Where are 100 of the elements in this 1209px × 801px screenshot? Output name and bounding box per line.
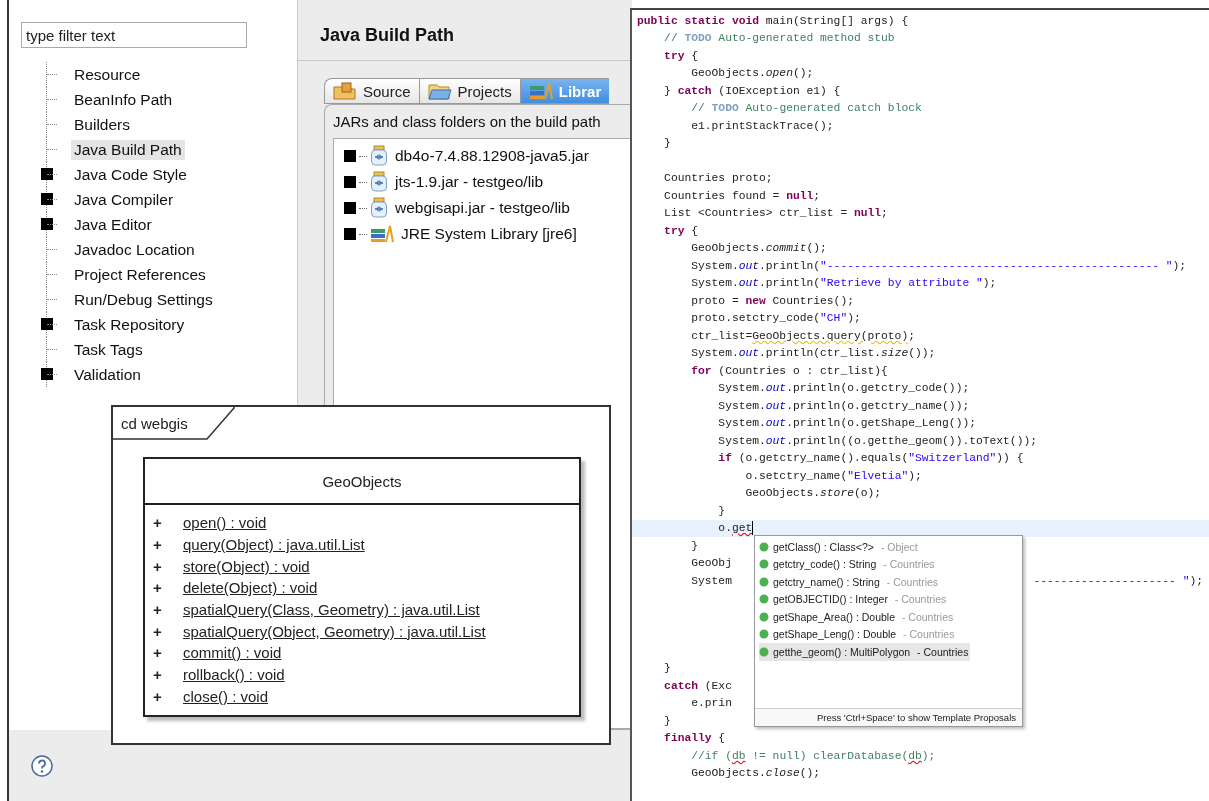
code-line: for (Countries o : ctr_list){: [690, 364, 888, 377]
method-dot-icon: [759, 594, 769, 605]
method-signature: rollback() : void: [183, 666, 285, 684]
expand-toggle[interactable]: [344, 202, 356, 214]
code-line: System.out.println("Retrieve by attribute ");: [690, 277, 997, 290]
code-line: }: [663, 137, 671, 150]
expand-toggle[interactable]: [41, 368, 53, 380]
visibility-marker: +: [153, 557, 163, 575]
code-line: }: [717, 504, 726, 517]
code-line: }: [690, 539, 698, 552]
code-line: }: [663, 662, 671, 675]
code-line: GeoObjects.close();: [690, 767, 821, 780]
library-item[interactable]: db4o-7.4.88.12908-java5.jar: [395, 147, 589, 165]
text-cursor: [752, 521, 754, 536]
library-item[interactable]: JRE System Library [jre6]: [401, 225, 577, 243]
expand-toggle[interactable]: [41, 318, 53, 330]
tree-item[interactable]: Resource: [71, 64, 144, 85]
code-line: System.out.println(ctr_list.size());: [690, 347, 936, 360]
completion-item[interactable]: getctry_code() : String - Countries: [759, 555, 937, 573]
code-line: proto.setctry_code("CH");: [690, 312, 861, 325]
method-dot-icon: [759, 611, 769, 622]
completion-item[interactable]: getOBJECTID() : Integer - Countries: [759, 590, 949, 608]
tree-item[interactable]: Java Code Style: [71, 164, 190, 185]
code-line: if (o.getctry_name().equals("Switzerland")) {: [717, 452, 1024, 465]
tree-item[interactable]: Java Editor: [71, 214, 155, 235]
visibility-marker: +: [153, 514, 163, 532]
frame-label: cd webgis: [121, 415, 188, 432]
expand-toggle[interactable]: [344, 176, 356, 188]
visibility-marker: +: [153, 666, 163, 684]
tree-item[interactable]: Run/Debug Settings: [71, 289, 216, 310]
completion-item[interactable]: getctry_name() : String - Countries: [759, 573, 941, 591]
method-signature: commit() : void: [183, 644, 282, 662]
expand-toggle[interactable]: [41, 193, 53, 205]
code-line: // TODO Auto-generated method stub: [663, 32, 895, 45]
jar-icon: [370, 171, 388, 193]
code-line: System.out.println("------------------------------------------------- ");: [690, 259, 1187, 272]
books-icon: [528, 82, 553, 100]
tree-item[interactable]: Task Repository: [71, 314, 188, 335]
method-dot-icon: [759, 541, 769, 552]
code-line: GeoObjects.open();: [690, 67, 814, 80]
method-dot-icon: [759, 629, 769, 640]
method-signature: close() : void: [183, 687, 269, 705]
filter-field[interactable]: type filter text: [21, 22, 247, 48]
code-line: GeoObjects.store(o);: [744, 487, 882, 500]
section-caption: JARs and class folders on the build path: [333, 113, 602, 130]
code-line: System.out.println(o.getctry_name());: [717, 399, 970, 412]
library-item[interactable]: jts-1.9.jar - testgeo/lib: [395, 173, 544, 191]
visibility-marker: +: [153, 644, 163, 662]
method-signature: query(Object) : java.util.List: [183, 536, 365, 554]
tree-item[interactable]: Javadoc Location: [71, 239, 198, 260]
tree-item[interactable]: BeanInfo Path: [71, 89, 176, 110]
help-icon[interactable]: [31, 754, 53, 777]
code-line: }: [663, 714, 671, 727]
code-line: try {: [663, 224, 699, 237]
method-signature: store(Object) : void: [183, 557, 310, 575]
tree-item[interactable]: Builders: [71, 114, 133, 135]
expand-toggle[interactable]: [344, 228, 356, 240]
completion-item[interactable]: getShape_Area() : Double - Countries: [759, 608, 956, 626]
method-dot-icon: [759, 576, 769, 587]
code-line: GeoObj: [690, 557, 732, 570]
code-line: Countries found = null;: [663, 189, 821, 202]
code-line: public static void main(String[] args) {: [637, 14, 909, 27]
folder-icon: [427, 82, 452, 100]
books-icon: [370, 225, 394, 243]
code-line: catch (Exc: [663, 679, 732, 692]
code-line: } catch (IOException e1) {: [663, 84, 841, 97]
completion-item[interactable]: getthe_geom() : MultiPolygon - Countries: [759, 643, 971, 661]
visibility-marker: +: [153, 579, 163, 597]
code-line: GeoObjects.commit();: [690, 242, 827, 255]
code-line: e1.printStackTrace();: [690, 119, 834, 132]
completion-hint: Press 'Ctrl+Space' to show Template Proposals: [755, 708, 1022, 726]
class-name: GeoObjects: [322, 472, 402, 490]
tab[interactable]: Source: [324, 78, 419, 104]
method-signature: spatialQuery(Object, Geometry) : java.util.List: [183, 622, 486, 640]
code-line: System.out.println((o.getthe_geom()).toText());: [717, 434, 1037, 447]
tree-item[interactable]: Project References: [71, 264, 209, 285]
jar-icon: [370, 197, 388, 219]
library-item[interactable]: webgisapi.jar - testgeo/lib: [395, 199, 570, 217]
code-line: try {: [663, 49, 699, 62]
expand-toggle[interactable]: [344, 150, 356, 162]
code-line: Countries proto;: [663, 172, 773, 185]
completion-item[interactable]: getClass() : Class<?> - Object: [759, 538, 920, 556]
code-line: //if (db != null) clearDatabase(db);: [690, 749, 936, 762]
expand-toggle[interactable]: [41, 218, 53, 230]
code-fragment: --------------------- ");: [1033, 574, 1203, 587]
code-line: e.prin: [690, 697, 732, 710]
method-signature: spatialQuery(Class, Geometry) : java.util.List: [183, 601, 480, 619]
tree-item[interactable]: Java Compiler: [71, 189, 177, 210]
visibility-marker: +: [153, 536, 163, 554]
code-line: System: [690, 574, 732, 587]
tree-item[interactable]: Task Tags: [71, 339, 146, 360]
method-dot-icon: [759, 646, 769, 657]
package-folder-icon: [333, 82, 357, 100]
tab[interactable]: Projects: [418, 78, 520, 104]
completion-item[interactable]: getShape_Leng() : Double - Countries: [759, 625, 957, 643]
code-line: System.out.println(o.getctry_code());: [717, 382, 970, 395]
code-line: finally {: [663, 732, 726, 745]
tree-item[interactable]: Java Build Path: [71, 139, 185, 160]
tree-item[interactable]: Validation: [71, 364, 144, 385]
expand-toggle[interactable]: [41, 168, 53, 180]
